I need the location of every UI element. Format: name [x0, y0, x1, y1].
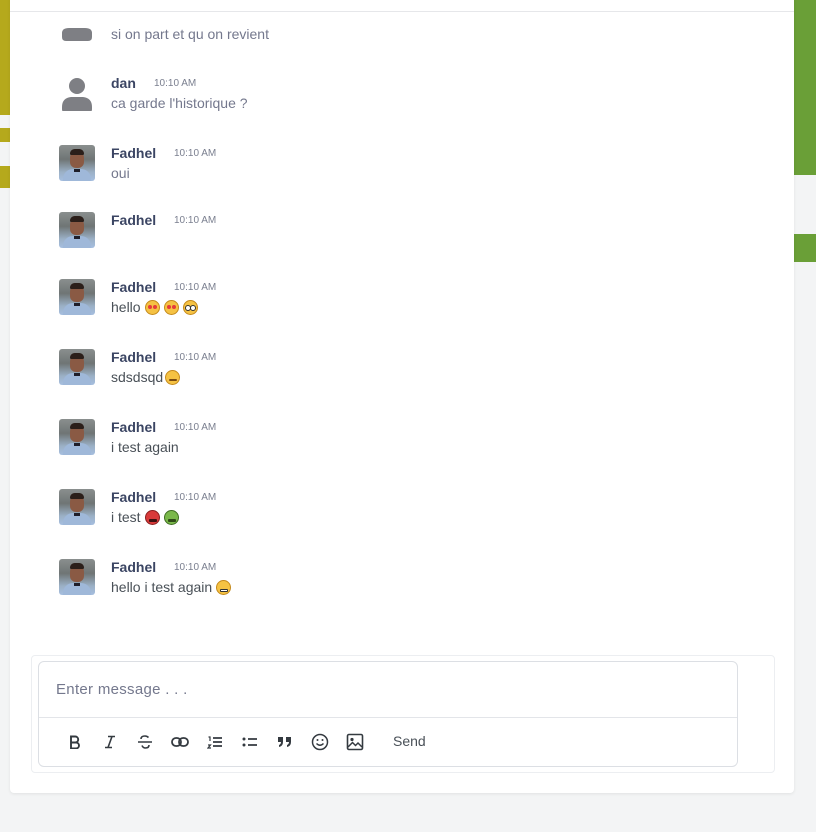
- background-decoration: [792, 0, 816, 175]
- chat-message: dan 10:10 AM ca garde l'historique ?: [59, 75, 759, 123]
- message-text: ca garde l'historique ?: [111, 95, 248, 111]
- bullet-list-icon[interactable]: [232, 729, 267, 755]
- angry-emoji: [144, 509, 160, 525]
- message-text: i test again: [111, 439, 179, 455]
- image-icon[interactable]: [337, 729, 372, 755]
- user-avatar: [59, 145, 95, 181]
- sender-name: Fadhel: [111, 349, 157, 365]
- ordered-list-icon[interactable]: [197, 729, 232, 755]
- message-time: 10:10 AM: [174, 352, 217, 363]
- sender-name: Fadhel: [111, 279, 157, 295]
- message-text: oui: [111, 165, 130, 181]
- chat-message: si on part et qu on revient: [59, 9, 759, 57]
- message-time: 10:10 AM: [154, 78, 197, 89]
- quote-icon[interactable]: [267, 729, 302, 755]
- message-time: 10:10 AM: [174, 422, 217, 433]
- message-input[interactable]: [39, 662, 737, 717]
- sender-name: Fadhel: [111, 145, 157, 161]
- message-text: hello i test again: [111, 579, 232, 595]
- chat-message: Fadhel 10:10 AM oui: [59, 145, 759, 193]
- user-avatar: [59, 419, 95, 455]
- chat-panel: si on part et qu on revient dan 10:10 AM…: [10, 0, 794, 793]
- link-icon[interactable]: [162, 729, 197, 755]
- message-time: 10:10 AM: [174, 148, 217, 159]
- user-avatar: [59, 279, 95, 315]
- message-time: 10:10 AM: [174, 492, 217, 503]
- message-text: i test: [111, 509, 179, 525]
- emoji-icon[interactable]: [302, 729, 337, 755]
- grimace-emoji: [216, 579, 232, 595]
- user-avatar: [59, 489, 95, 525]
- message-text: sdsdsqd: [111, 369, 181, 385]
- message-time: 10:10 AM: [174, 215, 217, 226]
- message-time: 10:10 AM: [174, 562, 217, 573]
- nauseated-emoji: [163, 509, 179, 525]
- sender-name: Fadhel: [111, 212, 157, 228]
- chat-message: Fadhel 10:10 AM hello: [59, 279, 759, 327]
- chat-message: Fadhel 10:10 AM i test again: [59, 419, 759, 467]
- user-avatar: [59, 212, 95, 248]
- sender-name: Fadhel: [111, 419, 157, 435]
- message-text: hello: [111, 299, 198, 315]
- sender-name: dan: [111, 75, 136, 91]
- strikethrough-icon[interactable]: [127, 729, 162, 755]
- flushed-emoji: [182, 299, 198, 315]
- formatting-toolbar: [57, 729, 372, 755]
- smirk-emoji: [165, 369, 181, 385]
- chat-message: Fadhel 10:10 AM sdsdsqd: [59, 349, 759, 397]
- bold-icon[interactable]: [57, 729, 92, 755]
- chat-message: Fadhel 10:10 AM hello i test again: [59, 559, 759, 607]
- message-time: 10:10 AM: [174, 282, 217, 293]
- user-avatar-icon: [59, 9, 95, 41]
- sender-name: Fadhel: [111, 489, 157, 505]
- chat-message: Fadhel 10:10 AM: [59, 212, 759, 260]
- italic-icon[interactable]: [92, 729, 127, 755]
- user-avatar: [59, 559, 95, 595]
- send-button[interactable]: Send: [393, 733, 426, 749]
- message-composer: Send: [38, 661, 738, 767]
- user-avatar-icon: [59, 75, 95, 111]
- chat-message: Fadhel 10:10 AM i test: [59, 489, 759, 537]
- user-avatar: [59, 349, 95, 385]
- message-text: si on part et qu on revient: [111, 26, 269, 42]
- background-decoration: [792, 234, 816, 262]
- heart-eyes-emoji: [144, 299, 160, 315]
- composer-divider: [39, 717, 737, 718]
- heart-eyes-emoji: [163, 299, 179, 315]
- sender-name: Fadhel: [111, 559, 157, 575]
